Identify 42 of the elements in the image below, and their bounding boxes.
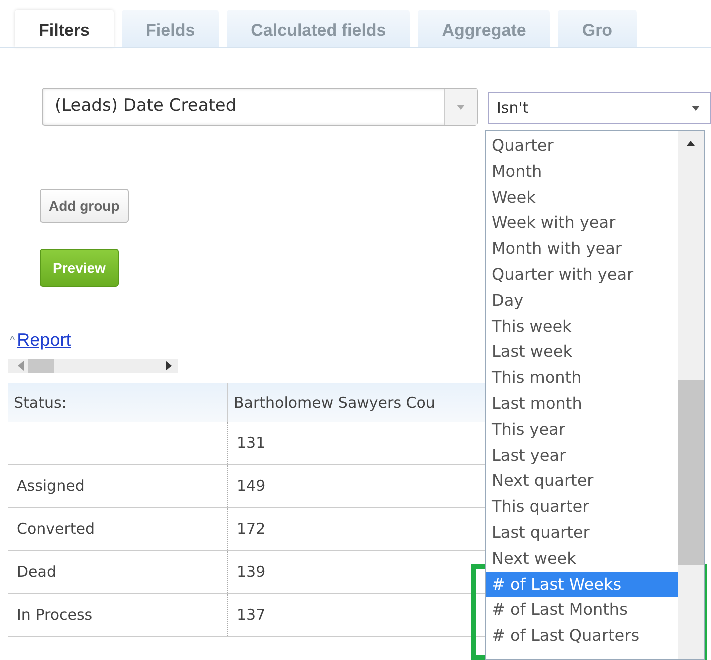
table-cell: 137 bbox=[237, 606, 266, 624]
dropdown-option[interactable]: # of Last Months bbox=[486, 597, 678, 624]
dropdown-option[interactable]: Month bbox=[486, 158, 678, 185]
dropdown-option[interactable]: Next quarter bbox=[486, 468, 678, 494]
caret-icon bbox=[692, 106, 700, 110]
operator-select[interactable]: Isn't bbox=[488, 92, 711, 124]
dropdown-option[interactable]: This week bbox=[486, 314, 678, 340]
dropdown-option[interactable]: Quarter bbox=[486, 133, 678, 159]
scroll-left-icon[interactable] bbox=[16, 361, 24, 371]
dropdown-option[interactable]: Week with year bbox=[486, 210, 678, 236]
table-cell: In Process bbox=[17, 606, 93, 624]
table-cell: Assigned bbox=[17, 477, 85, 495]
dropdown-option[interactable]: # of Last Weeks bbox=[486, 572, 678, 598]
dropdown-option[interactable]: This quarter bbox=[486, 494, 678, 520]
horizontal-scrollbar[interactable] bbox=[8, 359, 178, 373]
caret-icon bbox=[457, 104, 465, 110]
dropdown-option[interactable]: Last quarter bbox=[486, 520, 678, 546]
scroll-right-icon[interactable] bbox=[166, 361, 174, 371]
add-group-button[interactable]: Add group bbox=[40, 189, 129, 223]
table-cell: Dead bbox=[17, 563, 56, 581]
dropdown-option[interactable]: # of Last Quarters bbox=[486, 623, 678, 649]
dropdown-option[interactable]: Day bbox=[486, 288, 678, 314]
scroll-up-icon[interactable] bbox=[687, 141, 695, 146]
table-cell: 131 bbox=[237, 434, 266, 452]
table-cell: 139 bbox=[237, 563, 266, 581]
dropdown-option[interactable]: Quarter with year bbox=[486, 262, 678, 288]
vertical-scrollbar[interactable] bbox=[678, 131, 704, 659]
dropdown-option[interactable]: Week bbox=[486, 184, 678, 210]
collapse-toggle[interactable]: ^ bbox=[10, 334, 16, 346]
dropdown-option[interactable]: Last year bbox=[486, 442, 678, 468]
dropdown-option[interactable]: Month with year bbox=[486, 236, 678, 262]
column-header: Status: bbox=[8, 383, 228, 422]
report-link[interactable]: Report bbox=[17, 330, 72, 351]
tab[interactable]: Filters bbox=[15, 10, 114, 47]
field-select[interactable]: (Leads) Date Created bbox=[42, 88, 478, 126]
dropdown-option[interactable]: Last week bbox=[486, 339, 678, 366]
table-cell: Converted bbox=[17, 520, 96, 538]
scroll-thumb[interactable] bbox=[28, 359, 54, 373]
dropdown-option[interactable]: Next week bbox=[486, 546, 678, 572]
table-cell: 172 bbox=[237, 520, 266, 538]
table-cell: 149 bbox=[237, 477, 266, 495]
scroll-thumb[interactable] bbox=[678, 380, 704, 565]
